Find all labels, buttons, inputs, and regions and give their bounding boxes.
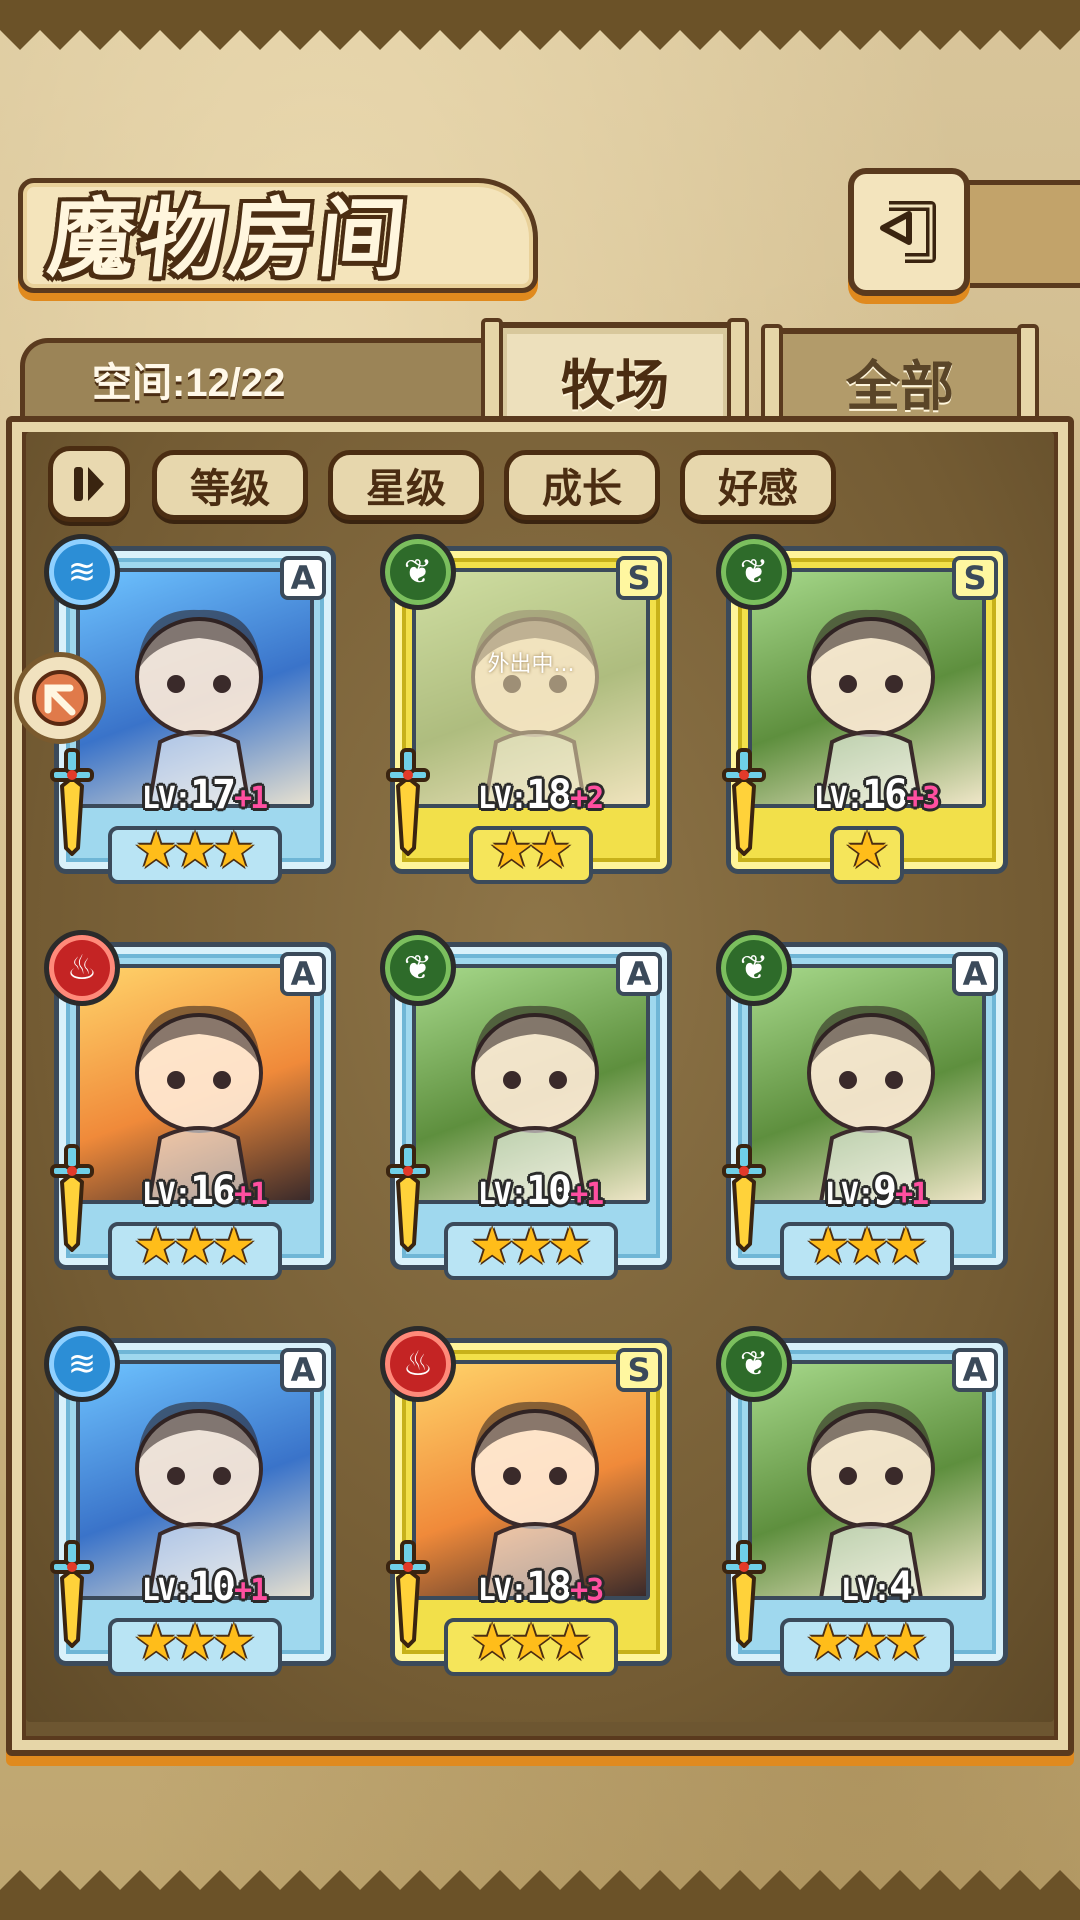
level-label: LV:18+2 xyxy=(420,772,660,818)
nature-element-icon: ❦ xyxy=(716,1326,792,1402)
level-prefix: LV: xyxy=(824,1177,875,1212)
monster-card[interactable]: A ♨ LV:16+1 ★ ★ ★ xyxy=(44,930,346,1280)
sort-level-button[interactable]: 等级 xyxy=(152,450,308,520)
sort-toggle-button[interactable] xyxy=(48,446,130,522)
level-value: 18 xyxy=(525,772,572,818)
rank-badge: A xyxy=(280,952,326,996)
rank-badge: A xyxy=(280,556,326,600)
level-label: LV:10+1 xyxy=(84,1564,324,1610)
side-emblem-button[interactable] xyxy=(14,652,106,744)
star-rating: ★ ★ ★ xyxy=(64,1218,326,1274)
top-zigzag-border xyxy=(0,0,1080,50)
tab-all-label: 全部 xyxy=(846,354,954,418)
level-prefix: LV: xyxy=(477,1177,528,1212)
monster-card[interactable]: S ♨ LV:18+3 ★ ★ ★ xyxy=(380,1326,682,1676)
monster-card[interactable]: A ❦ LV:4 ★ ★ ★ xyxy=(716,1326,1018,1676)
monster-card[interactable]: A ❦ LV:10+1 ★ ★ ★ xyxy=(380,930,682,1280)
level-bonus: +3 xyxy=(570,1573,604,1608)
fire-element-icon: ♨ xyxy=(380,1326,456,1402)
star-rating: ★ ★ ★ xyxy=(736,1614,998,1670)
bottom-zigzag-border xyxy=(0,1870,1080,1920)
monster-card[interactable]: A ❦ LV:9+1 ★ ★ ★ xyxy=(716,930,1018,1280)
level-bonus: +1 xyxy=(570,1177,604,1212)
level-label: LV:9+1 xyxy=(756,1168,996,1214)
sort-affection-button[interactable]: 好感 xyxy=(680,450,836,520)
level-label: LV:16+1 xyxy=(84,1168,324,1214)
level-prefix: LV: xyxy=(141,1177,192,1212)
tab-all[interactable]: 全部 xyxy=(761,324,1039,446)
level-bonus: +1 xyxy=(234,1177,268,1212)
diagonal-arrow-icon xyxy=(32,670,88,726)
return-arrow-icon xyxy=(880,201,936,263)
star-icon: ★ xyxy=(211,1217,257,1275)
level-value: 17 xyxy=(189,772,236,818)
level-value: 10 xyxy=(525,1168,572,1214)
nature-element-icon: ❦ xyxy=(716,930,792,1006)
nature-element-icon: ❦ xyxy=(380,930,456,1006)
sort-star-button[interactable]: 星级 xyxy=(328,450,484,520)
star-icon: ★ xyxy=(844,821,890,879)
rank-badge: S xyxy=(616,556,662,600)
star-rating: ★ ★ ★ xyxy=(64,822,326,878)
back-button[interactable] xyxy=(848,168,970,296)
page-title: 魔物房间 xyxy=(43,188,415,289)
level-prefix: LV: xyxy=(813,781,864,816)
level-label: LV:18+3 xyxy=(420,1564,660,1610)
level-bonus: +1 xyxy=(234,781,268,816)
star-icon: ★ xyxy=(211,821,257,879)
level-label: LV:17+1 xyxy=(84,772,324,818)
monster-card[interactable]: A ≋ LV:10+1 ★ ★ ★ xyxy=(44,1326,346,1676)
level-bonus: +2 xyxy=(570,781,604,816)
star-icon: ★ xyxy=(547,1217,593,1275)
star-icon: ★ xyxy=(547,1613,593,1671)
level-prefix: LV: xyxy=(477,1573,528,1608)
level-value: 16 xyxy=(861,772,908,818)
rank-badge: S xyxy=(616,1348,662,1392)
pause-sort-icon xyxy=(74,467,104,501)
nature-element-icon: ❦ xyxy=(380,534,456,610)
monster-card[interactable]: 外出中... S ❦ LV:18+2 ★ ★ xyxy=(380,534,682,884)
star-icon: ★ xyxy=(528,821,573,879)
level-value: 18 xyxy=(525,1564,572,1610)
level-value: 10 xyxy=(189,1564,236,1610)
level-value: 9 xyxy=(872,1168,897,1214)
level-value: 16 xyxy=(189,1168,236,1214)
nature-element-icon: ❦ xyxy=(716,534,792,610)
level-bonus: +1 xyxy=(234,1573,268,1608)
space-counter: 空间:12/22 xyxy=(92,361,286,405)
level-value: 4 xyxy=(889,1564,913,1610)
fire-element-icon: ♨ xyxy=(44,930,120,1006)
star-icon: ★ xyxy=(211,1613,257,1671)
water-element-icon: ≋ xyxy=(44,534,120,610)
rank-badge: A xyxy=(952,952,998,996)
level-label: LV:10+1 xyxy=(420,1168,660,1214)
level-bonus: +3 xyxy=(906,781,940,816)
water-element-icon: ≋ xyxy=(44,1326,120,1402)
star-rating: ★ ★ xyxy=(400,822,662,878)
level-label: LV:4 xyxy=(756,1564,996,1610)
level-label: LV:16+3 xyxy=(756,772,996,818)
rank-badge: A xyxy=(616,952,662,996)
level-prefix: LV: xyxy=(141,1573,192,1608)
level-prefix: LV: xyxy=(477,781,528,816)
rank-badge: A xyxy=(952,1348,998,1392)
star-rating: ★ ★ ★ xyxy=(400,1614,662,1670)
sort-growth-button[interactable]: 成长 xyxy=(504,450,660,520)
away-status: 外出中... xyxy=(416,572,646,804)
level-bonus: +1 xyxy=(895,1177,929,1212)
star-rating: ★ xyxy=(736,822,998,878)
monster-card[interactable]: S ❦ LV:16+3 ★ xyxy=(716,534,1018,884)
star-rating: ★ ★ ★ xyxy=(400,1218,662,1274)
star-rating: ★ ★ ★ xyxy=(736,1218,998,1274)
star-icon: ★ xyxy=(883,1217,929,1275)
rank-badge: A xyxy=(280,1348,326,1392)
star-rating: ★ ★ ★ xyxy=(64,1614,326,1670)
rank-badge: S xyxy=(952,556,998,600)
level-prefix: LV: xyxy=(141,781,192,816)
star-icon: ★ xyxy=(883,1613,929,1671)
level-prefix: LV: xyxy=(840,1573,891,1608)
tab-ranch-label: 牧场 xyxy=(561,353,669,417)
